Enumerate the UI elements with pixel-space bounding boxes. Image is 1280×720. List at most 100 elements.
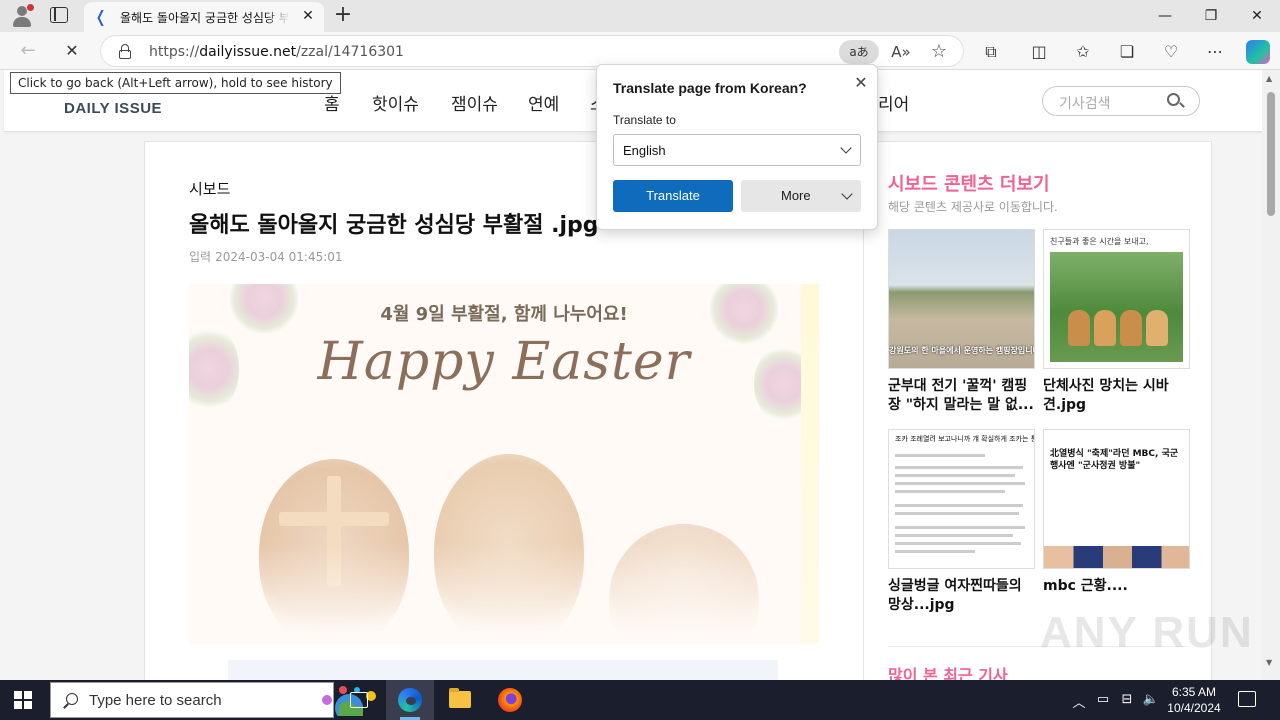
menu-fun-issue[interactable]: 잼이슈 [451,90,498,115]
translate-to-label: Translate to [613,113,676,127]
text-line [895,474,1015,477]
collections-icon[interactable]: ❏ [1116,41,1138,63]
card-thumbnail[interactable]: 친구들과 좋은 시간을 보내고, [1043,229,1190,369]
scroll-down-icon[interactable]: ▼ [1266,658,1272,667]
text-line [895,466,1023,469]
favorites-icon[interactable]: ✩ [1072,41,1094,63]
chevron-down-icon[interactable] [841,188,853,200]
image-subtitle: 4월 9일 부활절, 함께 나누어요! [380,304,628,325]
stop-loading-button[interactable]: ✕ [60,39,84,63]
tab-actions-icon[interactable] [50,7,68,23]
scroll-up-icon[interactable]: ▲ [1266,74,1272,83]
sidebar-subtitle: 해당 콘텐츠 제공사로 이동합니다. [888,200,1058,214]
search-icon[interactable] [1167,93,1185,109]
more-button-label: More [781,188,811,203]
date-value: 2024-03-04 01:45:01 [215,250,343,264]
popup-title: Translate page from Korean? [613,80,807,96]
thumbnail-caption: 北열병식 "축제"라던 MBC, 국군행사엔 "군사정권 방불" [1050,449,1179,471]
notification-icon[interactable] [1238,691,1256,707]
extensions-icon[interactable]: ⧉ [980,41,1002,63]
card-thumbnail[interactable]: 北열병식 "축제"라던 MBC, 국군행사엔 "군사정권 방불" [1043,429,1190,569]
thumbnail-caption: 친구들과 좋은 시간을 보내고, [1050,237,1149,246]
menu-hot-issue[interactable]: 핫이슈 [372,90,419,115]
url-text[interactable]: https://dailyissue.net/zzal/14716301 [149,44,404,60]
language-select[interactable]: English [613,134,861,166]
translate-icon[interactable]: aあ [839,40,879,64]
translate-popup: Translate page from Korean? ✕ Translate … [596,64,878,230]
url-host: dailyissue.net [199,44,297,60]
maximize-button[interactable]: ❐ [1188,0,1234,32]
text-line [895,490,1005,493]
sidebar-card[interactable]: 친구들과 좋은 시간을 보내고, 단체사진 망치는 시바견.jpg [1043,229,1190,415]
tray-chevron-icon[interactable]: ︿ [1070,692,1088,711]
card-caption[interactable]: 싱글벙글 여자찐따들의 망상...jpg [888,577,1035,615]
text-line [895,550,975,553]
translate-button[interactable]: Translate [613,180,733,212]
dog-figure [1068,310,1090,346]
dog-figure [1120,310,1142,346]
close-window-button[interactable]: ✕ [1234,0,1280,32]
favorite-star-icon[interactable]: ☆ [927,40,951,64]
address-bar[interactable]: https://dailyissue.net/zzal/14716301 aあ … [100,35,964,67]
card-caption[interactable]: 단체사진 망치는 시바견.jpg [1043,377,1190,415]
windows-start-icon[interactable] [14,691,32,709]
taskbar-file-explorer[interactable] [436,680,484,720]
search-placeholder: 기사검색 [1059,96,1111,112]
scroll-thumb[interactable] [1267,92,1275,216]
page-scrollbar[interactable]: ▲ ▼ [1262,70,1280,680]
profile-icon[interactable] [10,4,34,28]
folder-icon [449,688,471,708]
card-thumbnail[interactable]: 조카 조례열려 보고나니까 걔 확실하게 조카는 통일인 어 [888,429,1035,569]
article-category[interactable]: 시보드 [189,178,230,199]
minimize-button[interactable]: — [1142,0,1188,32]
sidebar-card[interactable]: 北열병식 "축제"라던 MBC, 국군행사엔 "군사정권 방불" mbc 근황.… [1043,429,1190,596]
more-icon[interactable]: ⋯ [1204,41,1226,63]
bread-cross [279,512,389,526]
news-photo-strip [1044,546,1189,568]
card-caption[interactable]: mbc 근황.... [1043,577,1190,596]
network-icon[interactable]: ⊟ [1118,692,1136,707]
taskbar-clock[interactable]: 6:35 AM 10/4/2024 [1166,684,1222,716]
text-line [895,454,985,457]
site-logo[interactable]: DAILY ISSUE [64,100,162,117]
clock-time: 6:35 AM [1171,685,1217,699]
task-view-button[interactable] [336,680,384,720]
dog-figure [1146,310,1168,346]
clock-date: 10/4/2024 [1167,701,1221,715]
card-caption[interactable]: 군부대 전기 '꿀꺽' 캠핑장 "하지 말라는 말 없... [888,377,1035,415]
loading-favicon-icon: ❬ [94,7,108,26]
image-edge [801,284,819,644]
menu-career[interactable]: 리어 [878,90,909,115]
menu-entertainment[interactable]: 연예 [528,90,559,115]
article-body-block [228,660,778,680]
volume-icon[interactable]: 🔈 [1142,692,1160,707]
split-screen-icon[interactable]: ◫ [1028,41,1050,63]
windows-taskbar: Type here to search ︿ ▭ ⊟ 🔈 6:35 AM 10/4… [0,680,1280,720]
new-tab-button[interactable]: + [332,4,354,26]
dogs-photo [1050,252,1183,362]
popup-close-icon[interactable]: ✕ [851,73,871,93]
lock-icon[interactable] [119,44,131,59]
more-button[interactable]: More [741,180,861,212]
back-button[interactable]: ← [16,39,40,63]
browser-essentials-icon[interactable]: ♡ [1160,41,1182,63]
copilot-icon[interactable] [1246,40,1270,64]
text-line [895,482,1025,485]
taskbar-firefox[interactable] [486,680,534,720]
site-search-input[interactable]: 기사검색 [1042,86,1200,116]
sidebar-card[interactable]: 강원도의 한 마을에서 운영하는 캠핑장입니다. 군부대 전기 '꿀꺽' 캠핑장… [888,229,1035,415]
edge-icon [398,688,422,712]
taskbar-edge-app[interactable] [386,680,434,720]
taskbar-search-input[interactable]: Type here to search [50,682,376,718]
sidebar-card[interactable]: 조카 조례열려 보고나니까 걔 확실하게 조카는 통일인 어 싱글벙글 여자찐따… [888,429,1035,615]
tab-strip: ❬ 올해도 돌아올지 궁금한 성심당 부활절 ✕ + — ❐ ✕ [0,0,1280,32]
tab-close-icon[interactable]: ✕ [300,8,316,24]
tray-device-icon[interactable]: ▭ [1094,692,1112,707]
active-tab[interactable]: ❬ 올해도 돌아올지 궁금한 성심당 부활절 ✕ [84,2,324,32]
thumbnail-caption: 강원도의 한 마을에서 운영하는 캠핑장입니다. [889,346,1035,355]
dog-figure [1094,310,1116,346]
card-thumbnail[interactable]: 강원도의 한 마을에서 운영하는 캠핑장입니다. [888,229,1035,369]
read-aloud-icon[interactable]: A» [889,40,913,64]
article-date: 입력 2024-03-04 01:45:01 [189,248,343,265]
firefox-icon [498,688,522,712]
